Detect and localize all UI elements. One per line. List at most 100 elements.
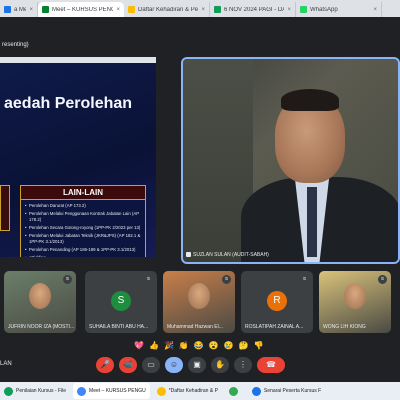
leave-call-icon: ☎ [266,360,276,369]
emoji-icon: ☺ [169,360,179,369]
mic-off-button[interactable]: 🎤 [96,357,114,373]
reaction-emoji[interactable]: 🎉 [164,341,174,350]
emoji-button[interactable]: ☺ [165,357,183,373]
participant-name: WONG LIH KIONG [323,324,366,330]
participant-tile[interactable]: ⦸ WONG LIH KIONG [319,271,391,333]
participant-video [344,283,366,309]
taskbar-item[interactable]: *Daftar Kehadiran & P [153,383,222,399]
tab-favicon-icon [214,6,221,13]
slide-bullet: Perolehan Melalui Jabatan Teknik (JKR&JP… [25,233,142,245]
browser-tab[interactable]: 6 NOV 2024 PAGI - DAFTAR K× [210,2,296,17]
mic-muted-icon: ⦸ [144,275,153,284]
raise-hand-icon: ✋ [215,360,225,369]
tab-label: a Mesyuarat - Novem [14,6,26,13]
mic-off-icon: 🎤 [100,360,110,369]
mic-muted-icon: ⦸ [300,275,309,284]
tab-favicon-icon [4,6,11,13]
slide-toolbar [0,57,156,63]
more-button[interactable]: ⋮ [234,357,252,373]
reaction-emoji[interactable]: 😂 [194,341,204,350]
taskbar-label: Meet – KURSUS PENGU [89,388,146,394]
participant-tile[interactable]: R ⦸ ROSLATIPAH ZAINAL A... [241,271,313,333]
more-icon: ⋮ [239,360,247,369]
call-controls: 🎤 📹 ▭ ☺ ▣ ✋ ⋮ ☎ [96,356,285,374]
taskbar-label: *Daftar Kehadiran & P [168,388,218,394]
tab-close-icon[interactable]: × [201,7,205,13]
participant-tile[interactable]: ⦸ JUFRIN NOOR IZA (MOSTI... [4,271,76,333]
leave-call-button[interactable]: ☎ [257,357,285,373]
shared-slide: aedah Perolehan LAIN-LAIN Perolehan Daru… [0,57,156,257]
participant-name: SUHAILA BINTI ABU HA... [89,324,149,330]
slide-title: aedah Perolehan [4,95,133,112]
app-icon [251,386,261,396]
presenting-label: resenting) [2,42,29,48]
reaction-emoji[interactable]: 🤔 [239,341,249,350]
taskbar-label: Senarai Peserta Kursus F [263,388,322,394]
slide-bullet: Perolehan Darurat (AP 173.2) [25,203,142,209]
speaker-name-label: SUZLAN SULAN (AUDIT-SABAH) [186,252,269,258]
speaker-tile[interactable]: SUZLAN SULAN (AUDIT-SABAH) [181,57,400,264]
participant-tile[interactable]: S ⦸ SUHAILA BINTI ABU HA... [85,271,157,333]
reaction-emoji[interactable]: 👎 [254,341,264,350]
tab-label: 6 NOV 2024 PAGI - DAFTAR K [224,6,284,13]
tab-close-icon[interactable]: × [373,7,377,13]
participant-tile[interactable]: ⦸ Muhammad Hazwan El... [163,271,235,333]
pin-icon [186,252,191,258]
browser-tab-strip: a Mesyuarat - Novem×Meet – KURSUS PENGAU… [0,0,400,17]
participant-video [29,283,51,309]
app-icon [4,386,13,396]
speaker-hair [281,89,339,111]
reaction-emoji[interactable]: 👍 [149,341,159,350]
taskbar-item[interactable]: Penilaian Kursus - File [0,383,70,399]
presentation-header: resenting) [0,38,400,52]
participant-name: Muhammad Hazwan El... [167,324,223,330]
tab-favicon-icon [128,6,135,13]
os-taskbar: Penilaian Kursus - File Meet – KURSUS PEN… [0,382,400,400]
reaction-emoji[interactable]: 😮 [209,341,219,350]
taskbar-item[interactable]: Senarai Peserta Kursus F [248,383,325,399]
tab-close-icon[interactable]: × [287,7,291,13]
app-icon [156,386,166,396]
taskbar-label: Penilaian Kursus - File [16,388,67,394]
participant-name: JUFRIN NOOR IZA (MOSTI... [8,324,74,330]
slide-side-box [0,185,10,231]
mic-muted-icon: ⦸ [63,275,72,284]
present-button[interactable]: ▣ [188,357,206,373]
mic-muted-icon: ⦸ [222,275,231,284]
speaker-tie [307,187,317,257]
tab-label: Daftar Kehadiran & Penilaian K [138,6,199,13]
speaker-name: SUZLAN SULAN (AUDIT-SABAH) [193,252,269,258]
reaction-emoji[interactable]: 💖 [134,341,144,350]
browser-tab[interactable]: Meet – KURSUS PENGAU× [38,2,124,17]
mic-muted-icon: ⦸ [378,275,387,284]
raise-hand-button[interactable]: ✋ [211,357,229,373]
tab-close-icon[interactable]: × [116,7,120,13]
slide-bullet: eBidding [25,255,142,257]
captions-button[interactable]: ▭ [142,357,160,373]
captions-icon: ▭ [147,360,155,369]
app-icon [228,386,238,396]
app-icon [77,386,87,396]
tab-favicon-icon [300,6,307,13]
participant-name: ROSLATIPAH ZAINAL A... [245,324,304,330]
reaction-emoji[interactable]: 👏 [179,341,189,350]
taskbar-item[interactable]: Meet – KURSUS PENGU [73,383,150,399]
present-icon: ▣ [193,360,201,369]
camera-off-icon: 📹 [123,360,133,369]
slide-content-box: LAIN-LAIN Perolehan Darurat (AP 173.2) Pe… [20,185,146,257]
participant-video [188,283,210,309]
slide-bullet: Perolehan Secara Gotong-royong (1PP-PK 2… [25,225,142,231]
tab-favicon-icon [42,6,49,13]
browser-tab[interactable]: Daftar Kehadiran & Penilaian K× [124,2,210,17]
tab-close-icon[interactable]: × [29,7,33,13]
tab-label: WhatsApp [310,6,338,13]
camera-off-button[interactable]: 📹 [119,357,137,373]
reaction-emoji[interactable]: 😢 [224,341,234,350]
slide-box-title: LAIN-LAIN [21,186,145,200]
taskbar-item[interactable] [225,383,245,399]
slide-bullet: Perolehan Melalui Penggunaan Kontrak Jab… [25,211,142,223]
participant-avatar: S [111,291,131,311]
browser-tab[interactable]: WhatsApp × [296,2,382,17]
reactions-bar: 💖 👍 🎉 👏 😂 😮 😢 🤔 👎 [134,340,264,351]
browser-tab[interactable]: a Mesyuarat - Novem× [0,2,38,17]
